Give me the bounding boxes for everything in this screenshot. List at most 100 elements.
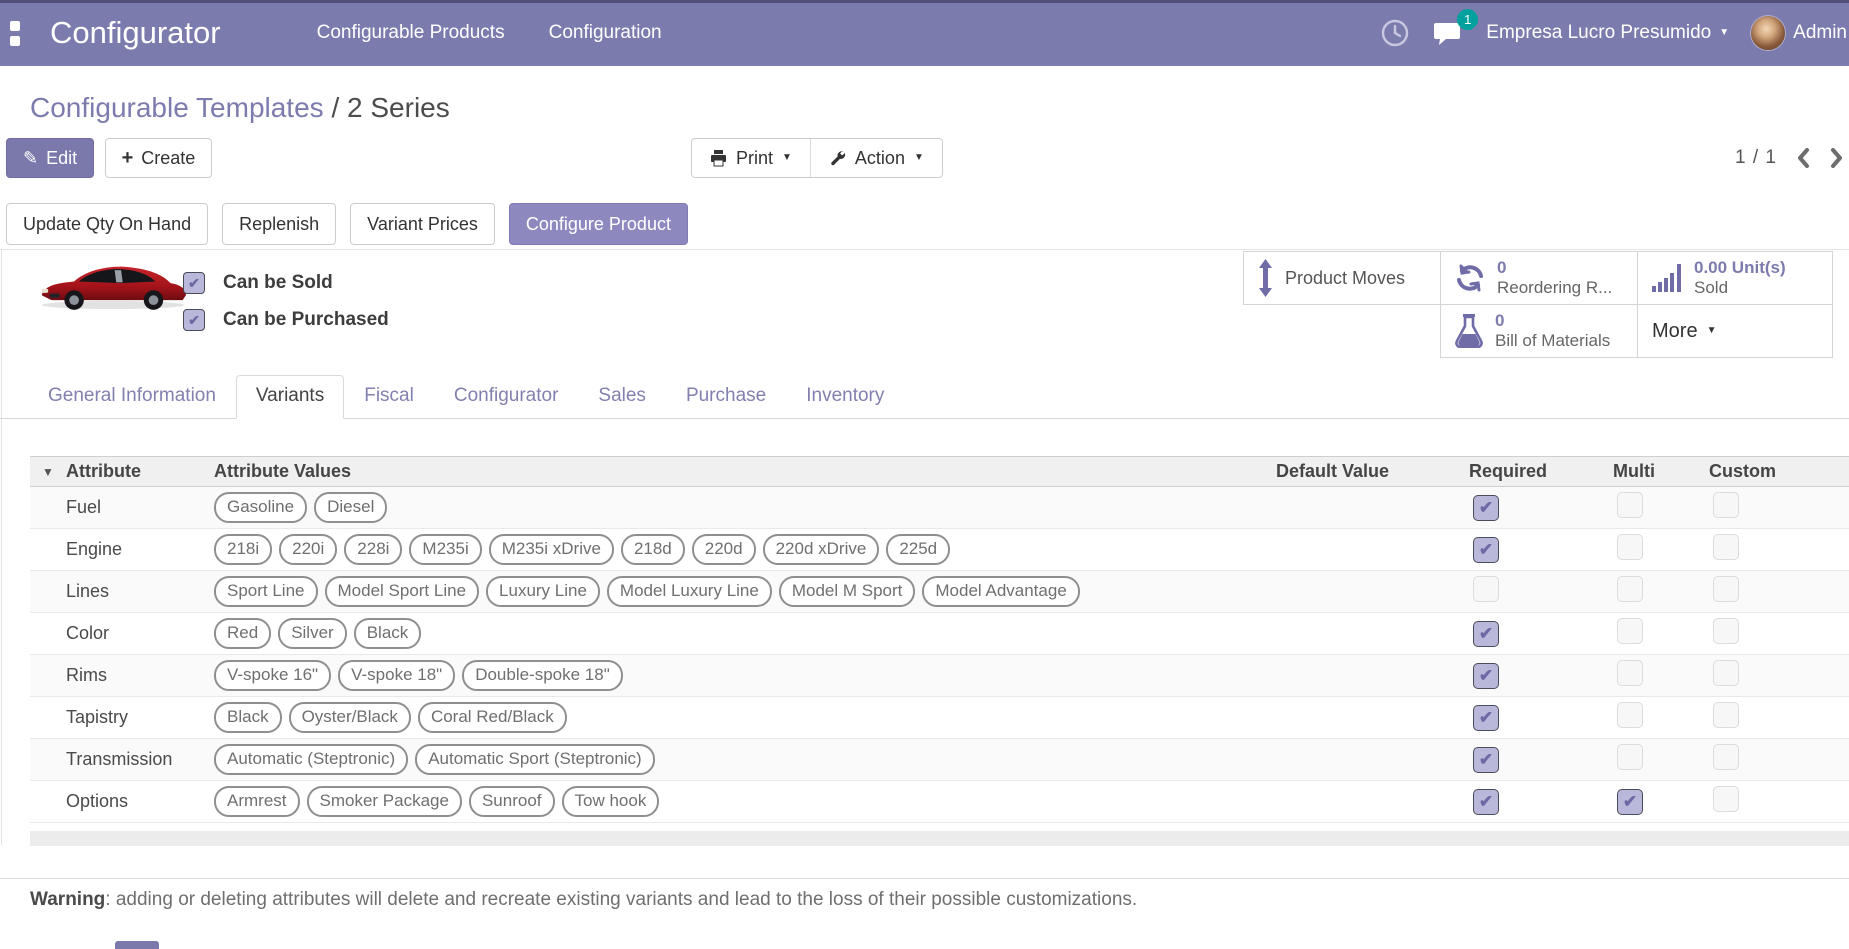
attribute-value-tag: V-spoke 16": [214, 660, 331, 690]
reordering-rules-stat-button[interactable]: 0 Reordering R...: [1440, 251, 1638, 305]
sold-stat-button[interactable]: 0.00 Unit(s) Sold: [1637, 251, 1833, 305]
odoo-window: Configurator Configurable Products Confi…: [0, 0, 1849, 949]
messages-icon[interactable]: 1: [1432, 19, 1464, 47]
table-options-caret-icon[interactable]: ▼: [30, 465, 62, 479]
update-qty-button[interactable]: Update Qty On Hand: [6, 203, 208, 245]
attribute-value-tag: Double-spoke 18": [462, 660, 623, 690]
multi-checkbox[interactable]: [1617, 618, 1643, 644]
attribute-value-tag: 220i: [279, 534, 337, 564]
custom-checkbox[interactable]: [1713, 534, 1739, 560]
user-menu[interactable]: Admin: [1751, 16, 1847, 50]
multi-checkbox[interactable]: [1617, 744, 1643, 770]
table-row[interactable]: Engine218i220i228iM235iM235i xDrive218d2…: [30, 529, 1849, 571]
reordering-rules-label: Reordering R...: [1497, 278, 1612, 298]
menu-configurable-products[interactable]: Configurable Products: [317, 22, 505, 44]
pager-previous-icon[interactable]: [1795, 147, 1811, 169]
form-statusbar: Update Qty On Hand Replenish Variant Pri…: [6, 203, 688, 245]
breadcrumb-separator: /: [324, 92, 347, 123]
action-menu-button[interactable]: Action ▼: [810, 139, 942, 177]
plus-icon: +: [122, 147, 134, 170]
reordering-rules-count: 0: [1497, 258, 1612, 278]
menu-configuration[interactable]: Configuration: [549, 22, 662, 44]
tab-inventory[interactable]: Inventory: [786, 375, 904, 419]
company-name: Empresa Lucro Presumido: [1486, 22, 1711, 44]
print-menu-button[interactable]: Print ▼: [692, 139, 810, 177]
multi-checkbox[interactable]: [1617, 576, 1643, 602]
attribute-value-tag: Automatic Sport (Steptronic): [415, 744, 655, 774]
required-checkbox[interactable]: [1473, 705, 1499, 731]
custom-checkbox[interactable]: [1713, 660, 1739, 686]
tab-sales[interactable]: Sales: [578, 375, 666, 419]
can-be-purchased-checkbox[interactable]: [183, 309, 205, 331]
tab-general-information[interactable]: General Information: [28, 375, 236, 419]
breadcrumb-parent-link[interactable]: Configurable Templates: [30, 92, 324, 123]
user-avatar: [1751, 16, 1785, 50]
table-row[interactable]: RimsV-spoke 16"V-spoke 18"Double-spoke 1…: [30, 655, 1849, 697]
messages-count-badge: 1: [1457, 9, 1478, 30]
table-row[interactable]: FuelGasolineDiesel: [30, 487, 1849, 529]
can-be-sold-label: Can be Sold: [223, 272, 333, 294]
tab-purchase[interactable]: Purchase: [666, 375, 786, 419]
required-checkbox[interactable]: [1473, 747, 1499, 773]
bill-of-materials-stat-button[interactable]: 0 Bill of Materials: [1440, 304, 1638, 358]
attribute-name-cell: Options: [62, 791, 210, 812]
multi-checkbox[interactable]: [1617, 789, 1643, 815]
tab-configurator[interactable]: Configurator: [434, 375, 579, 419]
multi-checkbox[interactable]: [1617, 492, 1643, 518]
custom-checkbox[interactable]: [1713, 492, 1739, 518]
apps-menu-icon[interactable]: [10, 21, 36, 46]
attribute-value-tag: Smoker Package: [307, 786, 462, 816]
custom-checkbox[interactable]: [1713, 618, 1739, 644]
activities-clock-icon[interactable]: [1380, 18, 1410, 48]
more-stat-button[interactable]: More ▼: [1637, 304, 1833, 358]
configure-product-button[interactable]: Configure Product: [509, 203, 688, 245]
custom-checkbox[interactable]: [1713, 744, 1739, 770]
product-moves-label: Product Moves: [1285, 268, 1405, 289]
warning-title: Warning: [30, 889, 105, 910]
attribute-value-tag: Sport Line: [214, 576, 318, 606]
replenish-button[interactable]: Replenish: [222, 203, 336, 245]
table-row[interactable]: OptionsArmrestSmoker PackageSunroofTow h…: [30, 781, 1849, 823]
edit-button[interactable]: ✎ Edit: [6, 138, 94, 178]
chevron-down-icon: ▼: [914, 153, 924, 163]
custom-checkbox[interactable]: [1713, 576, 1739, 602]
attribute-value-tag: Sunroof: [469, 786, 555, 816]
required-checkbox[interactable]: [1473, 576, 1499, 602]
required-checkbox[interactable]: [1473, 663, 1499, 689]
attribute-value-tag: 220d xDrive: [763, 534, 880, 564]
table-row[interactable]: TapistryBlackOyster/BlackCoral Red/Black: [30, 697, 1849, 739]
more-label: More: [1652, 320, 1698, 343]
table-row[interactable]: LinesSport LineModel Sport LineLuxury Li…: [30, 571, 1849, 613]
attribute-value-tag: Oyster/Black: [289, 702, 411, 732]
header-custom: Custom: [1705, 461, 1849, 482]
can-be-sold-checkbox[interactable]: [183, 272, 205, 294]
required-checkbox[interactable]: [1473, 621, 1499, 647]
multi-checkbox[interactable]: [1617, 660, 1643, 686]
tab-fiscal[interactable]: Fiscal: [344, 375, 434, 419]
attribute-name-cell: Rims: [62, 665, 210, 686]
attribute-value-tag: Silver: [278, 618, 347, 648]
multi-checkbox[interactable]: [1617, 534, 1643, 560]
table-row[interactable]: TransmissionAutomatic (Steptronic)Automa…: [30, 739, 1849, 781]
notebook-tabs: General InformationVariantsFiscalConfigu…: [0, 377, 1849, 419]
table-header-row: ▼ Attribute Attribute Values Default Val…: [30, 456, 1849, 487]
custom-checkbox[interactable]: [1713, 702, 1739, 728]
attribute-values-cell: BlackOyster/BlackCoral Red/Black: [210, 702, 1272, 732]
custom-checkbox[interactable]: [1713, 786, 1739, 812]
product-moves-stat-button[interactable]: Product Moves: [1243, 251, 1441, 305]
company-switcher[interactable]: Empresa Lucro Presumido ▼: [1486, 22, 1729, 44]
table-row[interactable]: ColorRedSilverBlack: [30, 613, 1849, 655]
variant-prices-button[interactable]: Variant Prices: [350, 203, 495, 245]
multi-checkbox[interactable]: [1617, 702, 1643, 728]
tab-variants[interactable]: Variants: [236, 375, 344, 419]
attribute-values-cell: Sport LineModel Sport LineLuxury LineMod…: [210, 576, 1272, 606]
bom-label: Bill of Materials: [1495, 331, 1610, 351]
required-checkbox[interactable]: [1473, 495, 1499, 521]
pager-next-icon[interactable]: [1829, 147, 1845, 169]
create-button[interactable]: + Create: [105, 138, 213, 178]
required-checkbox[interactable]: [1473, 537, 1499, 563]
attribute-name-cell: Transmission: [62, 749, 210, 770]
chevron-down-icon: ▼: [782, 153, 792, 163]
attribute-values-cell: Automatic (Steptronic)Automatic Sport (S…: [210, 744, 1272, 774]
required-checkbox[interactable]: [1473, 789, 1499, 815]
